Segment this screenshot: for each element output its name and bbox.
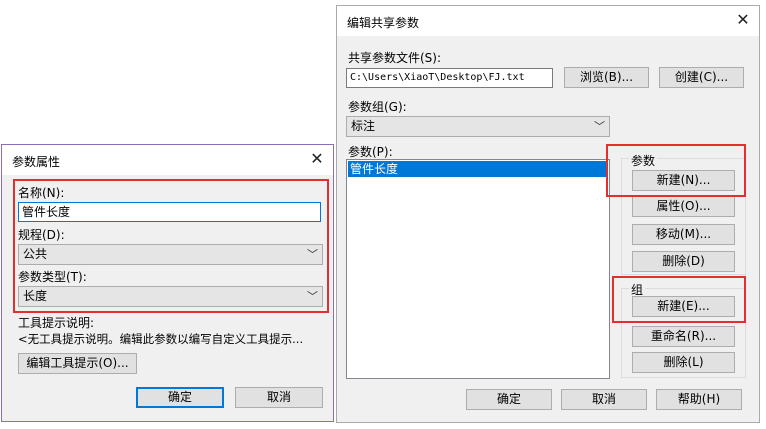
new-group-highlight xyxy=(612,276,746,323)
parameters-label: 参数(P): xyxy=(348,145,393,159)
parameters-list[interactable]: 管件长度 xyxy=(346,159,610,379)
dialog-title: 编辑共享参数 xyxy=(347,16,420,30)
list-item[interactable]: 管件长度 xyxy=(348,161,608,177)
help-button[interactable]: 帮助(H) xyxy=(656,389,742,410)
shared-file-label: 共享参数文件(S): xyxy=(348,51,442,65)
parameter-group-value: 标注 xyxy=(351,119,376,133)
dialog-title: 参数属性 xyxy=(12,155,61,169)
cancel-button[interactable]: 取消 xyxy=(561,389,647,410)
parameter-group-select[interactable]: 标注 ﹀ xyxy=(346,116,610,137)
parameter-properties-button[interactable]: 属性(O)... xyxy=(632,196,735,217)
shared-file-path-field[interactable]: C:\Users\XiaoT\Desktop\FJ.txt xyxy=(346,68,553,88)
cancel-button[interactable]: 取消 xyxy=(235,387,323,408)
close-icon[interactable]: ✕ xyxy=(733,10,753,30)
close-icon[interactable]: ✕ xyxy=(307,149,327,169)
chevron-down-icon: ﹀ xyxy=(594,120,605,133)
browse-button[interactable]: 浏览(B)... xyxy=(564,67,649,88)
edit-tooltip-button[interactable]: 编辑工具提示(O)... xyxy=(18,353,137,374)
tooltip-text: <无工具提示说明。编辑此参数以编写自定义工具提示... xyxy=(18,332,304,346)
title-bar: 参数属性 ✕ xyxy=(2,145,333,175)
rename-group-button[interactable]: 重命名(R)... xyxy=(632,326,735,347)
delete-parameter-button[interactable]: 删除(D) xyxy=(632,251,735,272)
parameter-properties-dialog: 参数属性 ✕ 名称(N): 管件长度 规程(D): 公共 ﹀ 参数类型(T): … xyxy=(1,144,334,422)
ok-button[interactable]: 确定 xyxy=(136,387,224,408)
edit-shared-parameters-dialog: 编辑共享参数 ✕ 共享参数文件(S): C:\Users\XiaoT\Deskt… xyxy=(336,5,760,423)
properties-highlight xyxy=(13,179,329,313)
new-parameter-highlight xyxy=(606,144,746,197)
ok-button[interactable]: 确定 xyxy=(466,389,552,410)
title-bar: 编辑共享参数 ✕ xyxy=(337,6,759,36)
parameter-group-label: 参数组(G): xyxy=(348,100,407,114)
move-parameter-button[interactable]: 移动(M)... xyxy=(632,224,735,245)
create-button[interactable]: 创建(C)... xyxy=(659,67,744,88)
tooltip-label: 工具提示说明: xyxy=(18,316,95,330)
delete-group-button[interactable]: 删除(L) xyxy=(632,352,735,373)
